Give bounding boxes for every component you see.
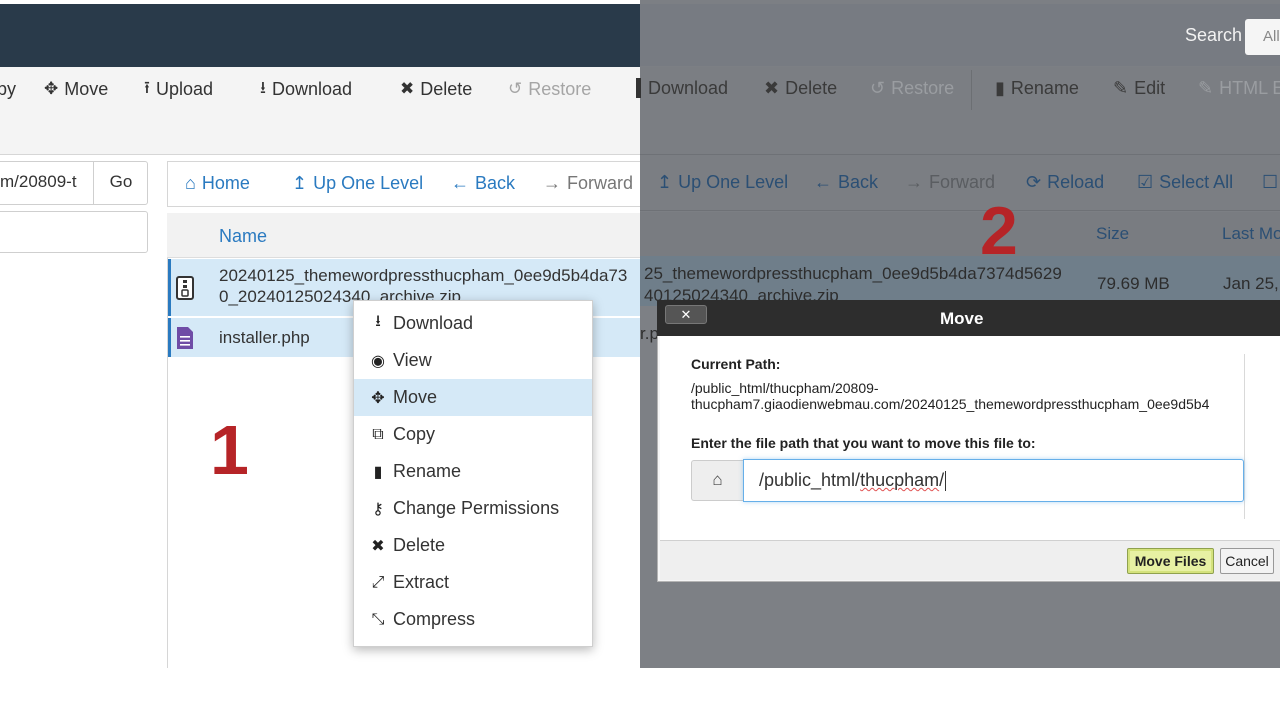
dialog-scrollbar[interactable] bbox=[1244, 354, 1245, 519]
forward-button[interactable]: → Forward bbox=[543, 173, 633, 194]
current-path-label: Current Path: bbox=[691, 356, 781, 372]
forward-button[interactable]: → Forward bbox=[905, 172, 995, 193]
download-icon: ⭳ bbox=[375, 313, 381, 330]
copy-button[interactable]: py bbox=[0, 78, 16, 100]
step-number-two: 2 bbox=[980, 193, 1018, 269]
context-extract[interactable]: ⤢ Extract bbox=[354, 564, 592, 601]
close-button[interactable]: ✕ bbox=[665, 305, 707, 324]
compress-icon: ⤡ bbox=[371, 610, 385, 628]
left-screenshot-panel: py ✥ Move ⭱ Upload ⭳ Download ✖ Delete ↺ Rest… bbox=[0, 0, 640, 668]
move-button[interactable]: ✥ Move bbox=[44, 78, 108, 100]
current-path-value-continued: thucpham7.giaodienwebmau.com/20240125_th… bbox=[691, 396, 1210, 412]
edit-button[interactable]: ✎ Edit bbox=[1113, 78, 1165, 99]
text-cursor bbox=[945, 471, 947, 492]
pencil-icon: ✎ bbox=[1113, 78, 1129, 98]
x-icon: ✖ bbox=[371, 537, 385, 555]
header-bar bbox=[0, 4, 640, 67]
cancel-button[interactable]: Cancel bbox=[1220, 548, 1274, 574]
file-size: 79.69 MB bbox=[1097, 274, 1170, 293]
close-icon: ✕ bbox=[680, 307, 692, 322]
back-button[interactable]: ← Back bbox=[451, 173, 515, 194]
delete-button[interactable]: ✖ Delete bbox=[400, 78, 472, 100]
context-menu: ⭳ Download ◉ View ✥ Move ⧉ Copy ▮ Rename ⚷ Cha… bbox=[353, 300, 593, 647]
size-column-header[interactable]: Size bbox=[1096, 224, 1129, 244]
dialog-title: Move bbox=[940, 309, 984, 328]
expand-icon: ⤢ bbox=[371, 573, 385, 591]
context-download[interactable]: ⭳ Download bbox=[354, 305, 592, 342]
toolbar-divider bbox=[971, 70, 972, 110]
current-path-value: /public_html/thucpham/20809- bbox=[691, 380, 879, 396]
spellcheck-word: thucpham bbox=[860, 470, 940, 490]
unselect-all-button[interactable]: ☐ bbox=[1262, 172, 1278, 193]
arrow-right-icon: → bbox=[543, 173, 561, 193]
back-button[interactable]: ← Back bbox=[814, 172, 878, 193]
up-one-level-button[interactable]: ↥ Up One Level bbox=[657, 172, 788, 193]
file-list-header-dimmed bbox=[640, 212, 1280, 256]
select-all-button[interactable]: ☑ Select All bbox=[1137, 172, 1233, 193]
name-column-header[interactable]: Name bbox=[219, 226, 267, 247]
restore-button[interactable]: ↺ Restore bbox=[508, 78, 591, 100]
file-icon: ▮ bbox=[995, 78, 1005, 98]
file-name: 20240125_themewordpressthucpham_0ee9d5b4… bbox=[219, 266, 628, 285]
file-date: Jan 25, bbox=[1223, 274, 1279, 293]
destination-path-input[interactable]: /public_html/thucpham/ bbox=[743, 459, 1244, 502]
context-delete[interactable]: ✖ Delete bbox=[354, 527, 592, 564]
eye-icon: ◉ bbox=[371, 352, 385, 370]
arrow-left-icon: ← bbox=[451, 173, 469, 193]
edit-square-icon: ✎ bbox=[1198, 78, 1214, 98]
level-up-icon: ↥ bbox=[657, 172, 673, 192]
level-up-icon: ↥ bbox=[292, 173, 308, 193]
upload-icon: ⭱ bbox=[144, 77, 150, 97]
delete-button[interactable]: ✖ Delete bbox=[764, 78, 837, 99]
undo-icon: ↺ bbox=[508, 79, 523, 98]
go-button[interactable]: Go bbox=[93, 161, 148, 205]
search-label: Search bbox=[1185, 25, 1243, 45]
php-file-icon bbox=[177, 327, 193, 349]
rename-button[interactable]: ▮ Rename bbox=[995, 78, 1079, 99]
context-compress[interactable]: ⤡ Compress bbox=[354, 601, 592, 638]
last-modified-column-header[interactable]: Last Mo bbox=[1222, 224, 1280, 244]
upload-button[interactable]: ⭱ Upload bbox=[144, 78, 213, 100]
context-copy[interactable]: ⧉ Copy bbox=[354, 416, 592, 453]
file-name: installer.php bbox=[219, 328, 310, 347]
restore-button[interactable]: ↺ Restore bbox=[870, 78, 954, 99]
checkbox-icon: ☑ bbox=[1137, 172, 1154, 192]
directory-tree-box bbox=[0, 211, 148, 253]
x-icon: ✖ bbox=[400, 79, 415, 98]
key-icon: ⚷ bbox=[372, 500, 384, 518]
context-change-permissions[interactable]: ⚷ Change Permissions bbox=[354, 490, 592, 527]
context-move[interactable]: ✥ Move bbox=[354, 379, 592, 416]
reload-icon: ⟳ bbox=[1026, 172, 1042, 192]
home-button[interactable]: ⌂ Home bbox=[185, 173, 250, 194]
download-icon-fragment bbox=[636, 78, 641, 98]
arrow-right-icon: → bbox=[905, 172, 923, 192]
up-one-level-button[interactable]: ↥ Up One Level bbox=[292, 173, 423, 194]
copy-icon: ⧉ bbox=[372, 425, 384, 443]
file-icon: ▮ bbox=[373, 463, 383, 481]
undo-icon: ↺ bbox=[870, 78, 886, 98]
zip-file-icon bbox=[176, 276, 194, 300]
search-select[interactable]: All bbox=[1245, 19, 1280, 55]
download-button[interactable]: ⭳ Download bbox=[260, 78, 352, 100]
path-input[interactable]: m/20809-t bbox=[0, 161, 94, 205]
toolbar-dimmed bbox=[640, 67, 1280, 155]
home-icon: ⌂ bbox=[691, 460, 743, 501]
header-bar-dimmed bbox=[640, 4, 1280, 66]
download-icon: ⭳ bbox=[260, 77, 266, 97]
move-files-button[interactable]: Move Files bbox=[1127, 548, 1214, 574]
x-icon: ✖ bbox=[764, 78, 780, 98]
square-icon: ☐ bbox=[1262, 172, 1279, 192]
move-arrows-icon: ✥ bbox=[44, 79, 59, 98]
step-number-one: 1 bbox=[210, 411, 249, 489]
context-view[interactable]: ◉ View bbox=[354, 342, 592, 379]
home-icon: ⌂ bbox=[185, 173, 196, 193]
reload-button[interactable]: ⟳ Reload bbox=[1026, 172, 1104, 193]
html-editor-button[interactable]: ✎ HTML E bbox=[1198, 78, 1280, 99]
download-button[interactable]: Download bbox=[648, 78, 728, 99]
arrow-left-icon: ← bbox=[814, 172, 832, 192]
move-arrows-icon: ✥ bbox=[371, 389, 385, 407]
context-rename[interactable]: ▮ Rename bbox=[354, 453, 592, 490]
destination-path-label: Enter the file path that you want to mov… bbox=[691, 435, 1036, 451]
